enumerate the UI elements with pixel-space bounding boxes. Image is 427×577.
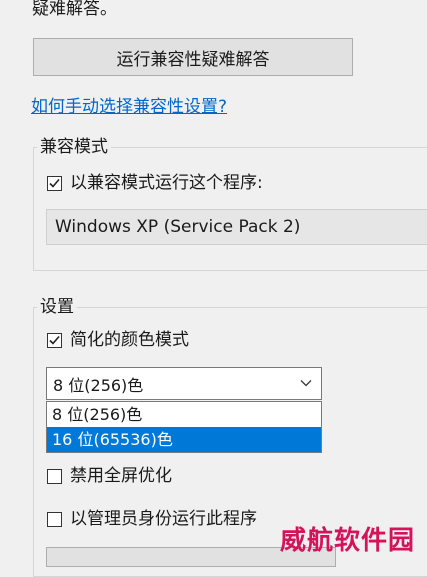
compatibility-os-select[interactable]: Windows XP (Service Pack 2): [46, 209, 427, 245]
disable-fullscreen-label: 禁用全屏优化: [70, 466, 172, 486]
settings-title: 设置: [37, 297, 77, 317]
run-as-admin-label: 以管理员身份运行此程序: [70, 509, 257, 529]
color-depth-select[interactable]: 8 位(256)色: [46, 367, 322, 400]
reduced-color-label: 简化的颜色模式: [70, 330, 189, 350]
compatibility-mode-checkbox[interactable]: [47, 176, 62, 191]
checkmark-icon: [49, 335, 60, 345]
color-option-8bit[interactable]: 8 位(256)色: [47, 402, 321, 427]
color-depth-dropdown-list: 8 位(256)色 16 位(65536)色: [46, 401, 322, 453]
color-depth-value: 8 位(256)色: [53, 375, 144, 395]
reduced-color-checkbox[interactable]: [47, 333, 62, 348]
color-option-16bit[interactable]: 16 位(65536)色: [47, 427, 321, 452]
checkmark-icon: [49, 178, 60, 188]
run-as-admin-checkbox[interactable]: [47, 512, 62, 527]
chevron-down-icon: [300, 380, 312, 387]
intro-text: 疑难解答。: [32, 0, 117, 19]
watermark-text: 威航软件园: [280, 526, 416, 556]
disable-fullscreen-checkbox[interactable]: [47, 469, 62, 484]
compatibility-mode-label: 以兼容模式运行这个程序:: [70, 173, 263, 193]
compatibility-mode-title: 兼容模式: [37, 137, 111, 157]
run-compatibility-troubleshooter-button[interactable]: 运行兼容性疑难解答: [33, 38, 353, 76]
manual-compatibility-help-link[interactable]: 如何手动选择兼容性设置?: [31, 92, 227, 117]
